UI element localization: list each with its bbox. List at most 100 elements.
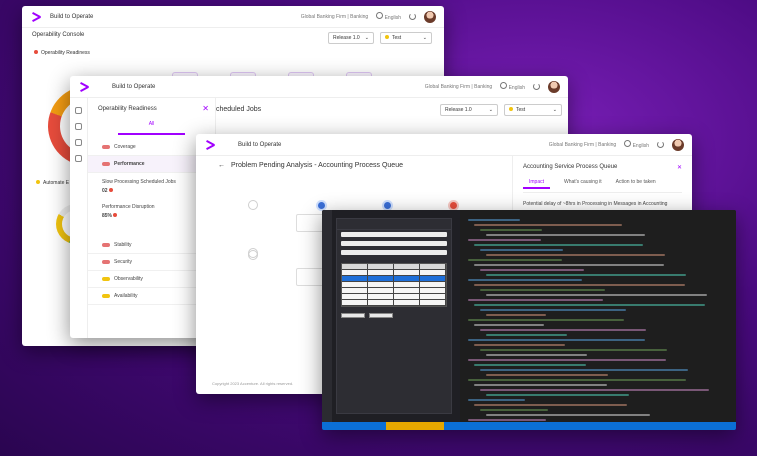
app-title: Build to Operate xyxy=(238,141,282,148)
code-editor[interactable] xyxy=(460,210,736,430)
section-label: Operability Readiness xyxy=(34,50,90,56)
filter-icon[interactable] xyxy=(75,107,82,114)
code-line xyxy=(474,404,628,406)
status-bar-segment xyxy=(386,422,444,430)
code-line xyxy=(480,289,605,291)
status-badge xyxy=(102,162,110,166)
env-select[interactable]: Test ⌄ xyxy=(504,104,562,116)
avatar[interactable] xyxy=(424,10,436,23)
dialog-button[interactable] xyxy=(341,313,365,318)
code-line xyxy=(468,339,645,341)
code-line xyxy=(474,264,664,266)
status-dot xyxy=(113,213,118,217)
code-line xyxy=(474,364,586,366)
automate-label: Automate E xyxy=(36,180,69,186)
left-rail xyxy=(70,98,88,338)
tab-cause[interactable]: What's causing it xyxy=(564,179,602,189)
tab-action[interactable]: Action to be taken xyxy=(616,179,656,189)
code-line xyxy=(468,419,546,421)
chevron-down-icon: ⌄ xyxy=(422,35,427,41)
refresh-icon[interactable] xyxy=(657,141,664,148)
avatar[interactable] xyxy=(672,138,684,151)
code-line xyxy=(468,239,541,241)
avatar[interactable] xyxy=(548,80,560,93)
accenture-logo-icon xyxy=(78,81,90,93)
top-bar-controls: Global Banking Firm | Banking English xyxy=(301,10,436,23)
code-line xyxy=(480,269,584,271)
copyright: Copyright 2023 Accenture. All rights res… xyxy=(212,381,294,386)
chevron-down-icon: ⌄ xyxy=(552,107,557,113)
code-line xyxy=(480,369,688,371)
code-line xyxy=(468,319,624,321)
page-header: ← Problem Pending Analysis - Accounting … xyxy=(218,162,403,169)
status-badge xyxy=(102,260,110,264)
status-dot xyxy=(36,180,40,184)
env-select[interactable]: Test ⌄ xyxy=(380,32,432,44)
code-line xyxy=(480,409,548,411)
breadcrumb[interactable]: Global Banking Firm | Banking xyxy=(301,14,368,20)
test-table xyxy=(341,263,447,307)
code-line xyxy=(474,284,685,286)
code-line xyxy=(486,314,546,316)
status-bar xyxy=(322,422,736,430)
language-selector[interactable]: English xyxy=(624,140,649,149)
status-badge xyxy=(102,243,110,247)
side-panel-header: Accounting Service Process Queue ✕ xyxy=(523,164,682,171)
close-icon[interactable]: ✕ xyxy=(202,104,209,113)
code-line xyxy=(486,414,650,416)
code-line xyxy=(468,219,520,221)
filter-icon[interactable] xyxy=(75,123,82,130)
language-selector[interactable]: English xyxy=(376,12,401,21)
status-badge xyxy=(102,145,110,149)
release-select[interactable]: Release 1.0 ⌄ xyxy=(328,32,374,44)
code-line xyxy=(468,259,562,261)
dialog-button[interactable] xyxy=(369,313,393,318)
page-title: Operability Console xyxy=(32,32,85,38)
code-line xyxy=(474,324,545,326)
filter-icon[interactable] xyxy=(75,155,82,162)
tab-impact[interactable]: Impact xyxy=(523,179,551,189)
filters: Release 1.0 ⌄ Test ⌄ xyxy=(328,32,432,44)
filters: Release 1.0 ⌄ Test ⌄ xyxy=(440,104,562,116)
refresh-icon[interactable] xyxy=(409,13,416,20)
top-bar-controls: Global Banking Firm | Banking English xyxy=(425,80,560,93)
dialog-input[interactable] xyxy=(341,250,447,255)
page-title: cheduled Jobs xyxy=(216,106,262,113)
back-arrow-icon[interactable]: ← xyxy=(218,162,225,169)
globe-icon xyxy=(376,12,384,19)
dialog-input[interactable] xyxy=(341,241,447,246)
code-line xyxy=(474,224,623,226)
top-bar: Build to Operate Global Banking Firm | B… xyxy=(70,76,568,98)
code-line xyxy=(468,279,583,281)
close-icon[interactable]: ✕ xyxy=(677,164,682,171)
code-line xyxy=(474,244,643,246)
code-line xyxy=(486,374,609,376)
table-row[interactable] xyxy=(342,300,446,306)
code-line xyxy=(486,394,629,396)
accenture-logo-icon xyxy=(30,11,42,23)
panel-title: Operability Readiness xyxy=(98,105,157,112)
breadcrumb[interactable]: Global Banking Firm | Banking xyxy=(425,84,492,90)
status-badge xyxy=(102,277,110,281)
code-line xyxy=(480,249,564,251)
filter-icon[interactable] xyxy=(75,139,82,146)
code-line xyxy=(486,334,567,336)
app-title: Build to Operate xyxy=(112,83,156,90)
language-selector[interactable]: English xyxy=(500,82,525,91)
refresh-icon[interactable] xyxy=(533,83,540,90)
dialog-input[interactable] xyxy=(341,232,447,237)
code-line xyxy=(468,379,687,381)
globe-icon xyxy=(624,140,632,147)
page-title: Problem Pending Analysis - Accounting Pr… xyxy=(231,162,403,169)
panel-header: Operability Readiness ✕ xyxy=(88,98,215,117)
code-line xyxy=(486,274,687,276)
globe-icon xyxy=(500,82,508,89)
code-line xyxy=(480,389,709,391)
breadcrumb[interactable]: Global Banking Firm | Banking xyxy=(549,142,616,148)
code-line xyxy=(480,329,647,331)
release-select[interactable]: Release 1.0 ⌄ xyxy=(440,104,498,116)
side-panel-title: Accounting Service Process Queue xyxy=(523,164,618,170)
tab-all[interactable]: All xyxy=(118,117,185,135)
code-line xyxy=(474,384,607,386)
dialog-buttons xyxy=(337,307,451,324)
